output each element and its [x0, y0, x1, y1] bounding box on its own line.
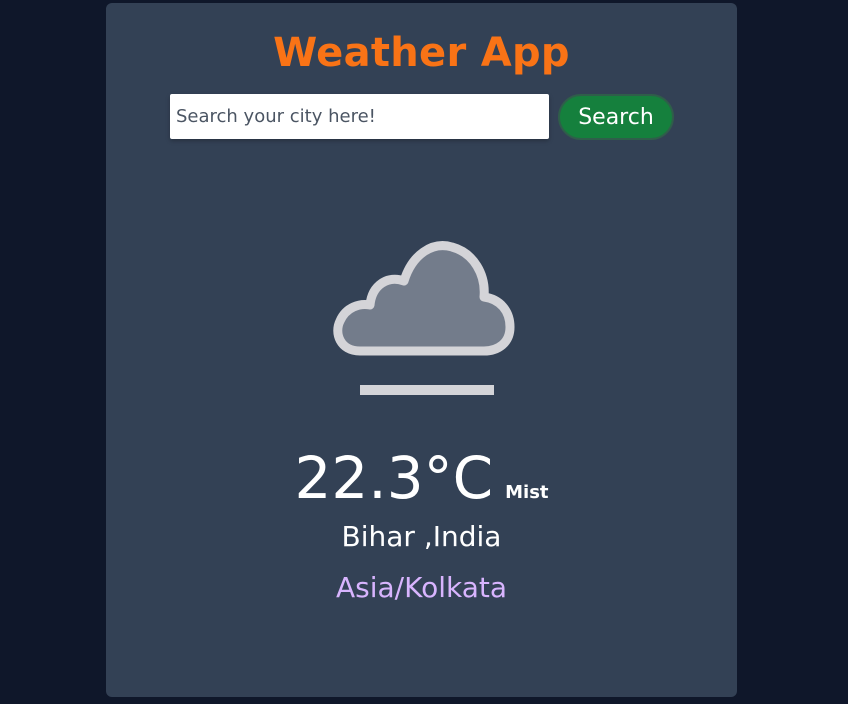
mist-cloud-icon — [333, 241, 515, 395]
temperature-row: 22.3°C Mist — [106, 443, 737, 513]
temperature-value: 22.3°C — [294, 444, 494, 512]
location-name: Bihar ,India — [341, 520, 502, 553]
timezone-label: Asia/Kolkata — [335, 571, 507, 604]
weather-card: Weather App Search 22.3°C Mist Bihar ,Ind… — [106, 3, 737, 697]
search-button[interactable]: Search — [558, 94, 674, 140]
weather-condition: Mist — [505, 482, 549, 503]
app-title: Weather App — [273, 30, 570, 76]
search-input[interactable] — [170, 94, 549, 139]
